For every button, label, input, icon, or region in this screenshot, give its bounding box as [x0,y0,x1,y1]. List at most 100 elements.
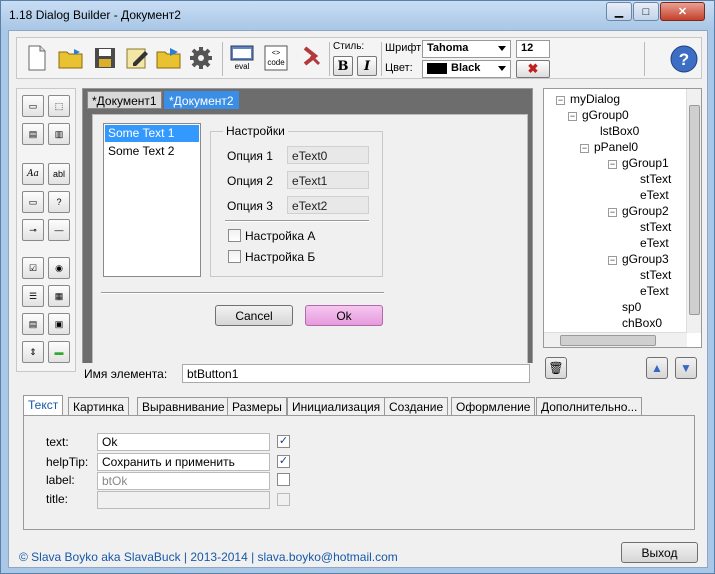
preview-listbox[interactable]: Some Text 1 Some Text 2 [103,123,201,277]
move-down-button[interactable]: ▼ [675,357,697,379]
tab-document2[interactable]: *Документ2 [164,91,239,109]
expand-icon[interactable]: − [608,256,617,265]
script-button[interactable] [297,44,325,72]
exit-button[interactable]: Выход [621,542,698,563]
tree-node[interactable]: chBox0 [622,316,662,330]
expand-icon[interactable]: − [608,208,617,217]
prop-text-checkbox[interactable]: ✓ [277,435,290,448]
list-item[interactable]: Some Text 2 [105,143,199,160]
scroll-thumb[interactable] [560,335,656,346]
main-toolbar: eval <> code Стиль: B I Шрифт Tahoma 12 Ц… [16,37,702,79]
edit-button[interactable] [123,44,151,72]
tab-text[interactable]: Текст [23,395,64,416]
expand-icon[interactable]: − [568,112,577,121]
palette-separator-button[interactable]: — [48,219,70,241]
palette-dropdown-button[interactable]: ▦ [48,285,70,307]
prop-label-checkbox[interactable] [277,473,290,486]
tree-node[interactable]: lstBox0 [600,124,639,138]
list-item[interactable]: Some Text 1 [105,125,199,142]
tree-node[interactable]: stText [640,172,671,186]
prop-text-input[interactable]: Ok [97,433,270,451]
minimize-button[interactable]: ▁ [606,2,632,21]
palette-edittext-button[interactable]: abl [48,163,70,185]
palette-statictext-button[interactable]: Aa [22,163,44,185]
palette-group-button[interactable]: ▤ [22,123,44,145]
expand-icon[interactable]: − [608,160,617,169]
move-up-button[interactable]: ▲ [646,357,668,379]
expand-icon[interactable]: − [580,144,589,153]
tab-alignment[interactable]: Выравнивание [137,397,230,416]
settings-button[interactable] [187,44,215,72]
ok-button[interactable]: Ok [305,305,383,326]
maximize-button[interactable]: □ [633,2,659,21]
cancel-button[interactable]: Cancel [215,305,293,326]
tree-horizontal-scrollbar[interactable] [544,332,687,347]
tree-node[interactable]: eText [640,236,669,250]
prop-helptip-checkbox[interactable]: ✓ [277,455,290,468]
option-field[interactable]: eText2 [287,196,369,214]
tree-node[interactable]: eText [640,188,669,202]
tree-node[interactable]: gGroup0 [582,108,629,122]
tree-node[interactable]: gGroup3 [622,252,669,266]
prop-helptip-input[interactable]: Сохранить и применить [97,453,270,471]
save-button[interactable] [91,44,119,72]
prop-label-input[interactable]: btOk [97,472,270,490]
tree-node[interactable]: pPanel0 [594,140,638,154]
export-folder-button[interactable] [155,44,183,72]
tab-picture[interactable]: Картинка [68,397,130,416]
tree-vertical-scrollbar[interactable] [686,89,701,333]
tree-node[interactable]: stText [640,220,671,234]
palette-treeview-button[interactable]: ▤ [22,313,44,335]
palette-button-button[interactable]: ▭ [22,191,44,213]
new-document-button[interactable] [23,44,51,72]
color-label: Цвет: [385,62,413,74]
tab-document1[interactable]: *Документ1 [87,91,162,109]
palette-listbox-button[interactable]: ☰ [22,285,44,307]
palette-scrollbar-button[interactable]: ⇕ [22,341,44,363]
tree-node[interactable]: sp0 [622,300,641,314]
setting-b-checkbox[interactable] [228,250,241,263]
tree-node[interactable]: gGroup1 [622,156,669,170]
edit-icon [126,48,148,69]
tree-node[interactable]: eText [640,284,669,298]
palette-tabbed-button[interactable]: ▥ [48,123,70,145]
prop-title-input[interactable] [97,491,270,509]
tree-node[interactable]: gGroup2 [622,204,669,218]
palette-slider-button[interactable]: ⊸ [22,219,44,241]
palette-dialog-button[interactable]: ▭ [22,95,44,117]
help-button[interactable]: ? [668,43,700,75]
eval-button[interactable]: eval [227,44,257,72]
palette-iconbutton-button[interactable]: ? [48,191,70,213]
code-button[interactable]: <> code [261,44,291,72]
tab-appearance[interactable]: Оформление [451,397,536,416]
element-name-input[interactable]: btButton1 [182,364,530,383]
color-select[interactable]: Black [422,60,511,78]
palette-checkbox-button[interactable]: ☑ [22,257,44,279]
palette-image-button[interactable]: ▣ [48,313,70,335]
italic-button[interactable]: I [357,56,377,76]
tab-initialization[interactable]: Инициализация [287,397,386,416]
clear-color-button[interactable]: ✖ [516,60,550,78]
open-folder-button[interactable] [57,44,85,72]
tab-creation[interactable]: Создание [384,397,449,416]
palette-progressbar-button[interactable]: ▬ [48,341,70,363]
tab-advanced[interactable]: Дополнительно... [536,397,643,416]
tree-node[interactable]: stText [640,268,671,282]
palette-radio-button[interactable]: ◉ [48,257,70,279]
delete-element-button[interactable]: 🗑 [545,357,567,379]
expand-icon[interactable]: − [556,96,565,105]
bold-button[interactable]: B [333,56,353,76]
close-button[interactable]: ✕ [660,2,705,21]
scroll-thumb[interactable] [689,105,700,315]
palette-panel-button[interactable]: ⬚ [48,95,70,117]
font-size-input[interactable]: 12 [516,40,550,58]
option-field[interactable]: eText0 [287,146,369,164]
font-select[interactable]: Tahoma [422,40,511,58]
tab-sizes[interactable]: Размеры [227,397,287,416]
option-label: Опция 2 [227,174,273,188]
setting-a-checkbox[interactable] [228,229,241,242]
tree-node-root[interactable]: myDialog [570,92,620,106]
element-tree[interactable]: − myDialog − gGroup0 lstBox0 − pPanel0 −… [543,88,702,348]
option-field[interactable]: eText1 [287,171,369,189]
prop-title-checkbox[interactable] [277,493,290,506]
